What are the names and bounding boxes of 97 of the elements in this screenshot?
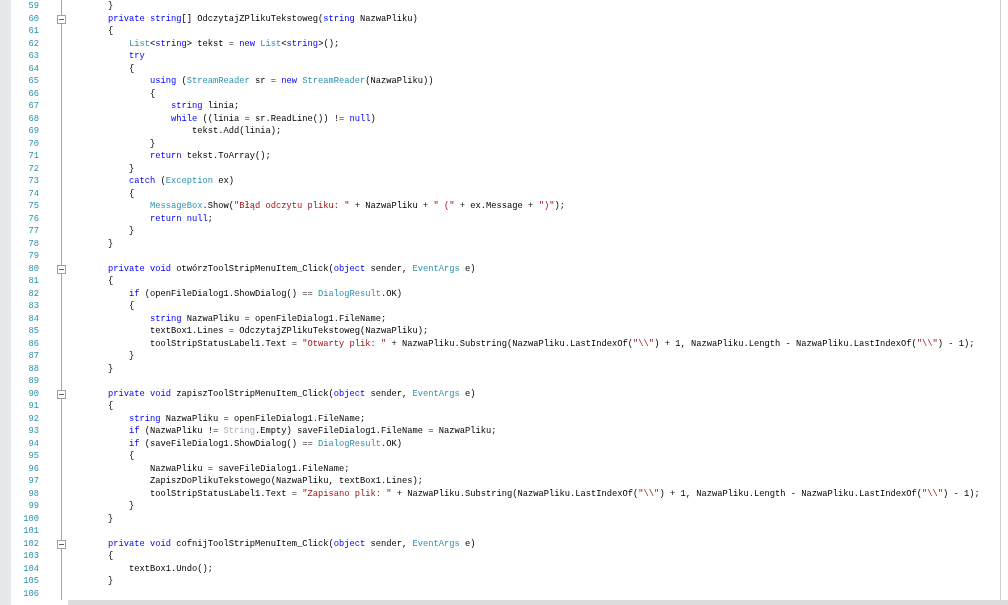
code-line: textBox1.Lines = OdczytajZPlikuTekstoweg(NazwaPliku);	[149, 325, 429, 338]
line-number: 74	[27, 187, 39, 200]
horizontal-scrollbar[interactable]	[68, 600, 1008, 605]
line-number: 71	[27, 150, 39, 163]
code-line: }	[107, 512, 114, 525]
line-number: 63	[27, 50, 39, 63]
line-number: 77	[27, 225, 39, 238]
line-number: 101	[22, 525, 39, 538]
code-line: }	[128, 350, 135, 363]
line-number: 97	[27, 475, 39, 488]
line-number: 102	[22, 537, 39, 550]
code-line: if (saveFileDialog1.ShowDialog() == DialogResult.OK)	[128, 437, 403, 450]
code-line: }	[149, 137, 156, 150]
line-number: 85	[27, 325, 39, 338]
code-line: {	[128, 450, 135, 463]
line-number: 88	[27, 362, 39, 375]
line-number: 81	[27, 275, 39, 288]
collapse-icon[interactable]	[57, 539, 66, 549]
code-line: private string[] OdczytajZPlikuTekstoweg(string NazwaPliku)	[107, 12, 418, 25]
line-number: 95	[27, 450, 39, 463]
code-line: {	[128, 300, 135, 313]
code-line: tekst.Add(linia);	[191, 125, 282, 138]
line-number: 90	[27, 387, 39, 400]
line-number: 59	[27, 0, 39, 13]
line-number: 87	[27, 350, 39, 363]
code-line: }	[107, 0, 114, 13]
code-line: {	[107, 25, 114, 38]
line-number: 60	[27, 12, 39, 25]
code-line: textBox1.Undo();	[128, 562, 214, 575]
code-line: }	[128, 500, 135, 513]
line-number: 62	[27, 37, 39, 50]
line-number: 92	[27, 412, 39, 425]
code-line: }	[128, 162, 135, 175]
line-number: 83	[27, 300, 39, 313]
line-number: 79	[27, 250, 39, 263]
line-number: 86	[27, 337, 39, 350]
line-number: 82	[27, 287, 39, 300]
code-line: {	[149, 87, 156, 100]
code-line: catch (Exception ex)	[128, 175, 235, 188]
code-line: NazwaPliku = saveFileDialog1.FileName;	[149, 462, 350, 475]
line-number: 89	[27, 375, 39, 388]
line-number: 94	[27, 437, 39, 450]
code-line: using (StreamReader sr = new StreamReader(NazwaPliku))	[149, 75, 434, 88]
line-number: 68	[27, 112, 39, 125]
line-number: 106	[22, 587, 39, 600]
line-number: 64	[27, 62, 39, 75]
line-number: 98	[27, 487, 39, 500]
collapse-icon[interactable]	[57, 264, 66, 274]
code-line: if (openFileDialog1.ShowDialog() == DialogResult.OK)	[128, 287, 403, 300]
line-number: 84	[27, 312, 39, 325]
code-line: private void zapiszToolStripMenuItem_Click(object sender, EventArgs e)	[107, 387, 476, 400]
line-number: 91	[27, 400, 39, 413]
line-number: 104	[22, 562, 39, 575]
code-line: }	[107, 362, 114, 375]
code-line: private void cofnijToolStripMenuItem_Click(object sender, EventArgs e)	[107, 537, 476, 550]
line-number: 72	[27, 162, 39, 175]
code-line: }	[107, 237, 114, 250]
code-line: toolStripStatusLabel1.Text = "Otwarty plik: " + NazwaPliku.Substring(NazwaPliku.LastIndexOf("\\") + 1, NazwaPliku.Length - NazwaPliku.LastIndexOf("\\") - 1);	[149, 337, 975, 350]
code-line: }	[107, 575, 114, 588]
code-line: try	[128, 50, 145, 63]
line-number: 76	[27, 212, 39, 225]
code-line: string NazwaPliku = openFileDialog1.FileName;	[149, 312, 387, 325]
line-number: 67	[27, 100, 39, 113]
line-number: 69	[27, 125, 39, 138]
code-line: if (NazwaPliku != String.Empty) saveFileDialog1.FileName = NazwaPliku;	[128, 425, 497, 438]
line-number: 73	[27, 175, 39, 188]
code-line: }	[128, 225, 135, 238]
code-line: {	[107, 275, 114, 288]
line-number: 78	[27, 237, 39, 250]
collapse-icon[interactable]	[57, 14, 66, 24]
line-number: 80	[27, 262, 39, 275]
line-number: 65	[27, 75, 39, 88]
code-line: while ((linia = sr.ReadLine()) != null)	[170, 112, 376, 125]
code-line: {	[128, 62, 135, 75]
code-line: private void otwórzToolStripMenuItem_Click(object sender, EventArgs e)	[107, 262, 476, 275]
code-line: return tekst.ToArray();	[149, 150, 271, 163]
line-number: 61	[27, 25, 39, 38]
line-number: 93	[27, 425, 39, 438]
line-number: 100	[22, 512, 39, 525]
line-number: 96	[27, 462, 39, 475]
line-number: 99	[27, 500, 39, 513]
code-line: List<string> tekst = new List<string>();	[128, 37, 340, 50]
code-line: {	[107, 400, 114, 413]
collapse-icon[interactable]	[57, 389, 66, 399]
line-number: 105	[22, 575, 39, 588]
code-line: {	[128, 187, 135, 200]
code-line: toolStripStatusLabel1.Text = "Zapisano plik: " + NazwaPliku.Substring(NazwaPliku.LastIndexOf("\\") + 1, NazwaPliku.Length - NazwaPliku.LastIndexOf("\\") - 1);	[149, 487, 980, 500]
line-number: 75	[27, 200, 39, 213]
code-line: {	[107, 550, 114, 563]
code-line: string NazwaPliku = openFileDialog1.FileName;	[128, 412, 366, 425]
code-line: ZapiszDoPlikuTekstowego(NazwaPliku, textBox1.Lines);	[149, 475, 424, 488]
code-line: return null;	[149, 212, 214, 225]
line-number: 66	[27, 87, 39, 100]
line-number: 70	[27, 137, 39, 150]
code-line: string linia;	[170, 100, 240, 113]
line-number: 103	[22, 550, 39, 563]
code-line: MessageBox.Show("Błąd odczytu pliku: " + NazwaPliku + " (" + ex.Message + ")");	[149, 200, 565, 213]
